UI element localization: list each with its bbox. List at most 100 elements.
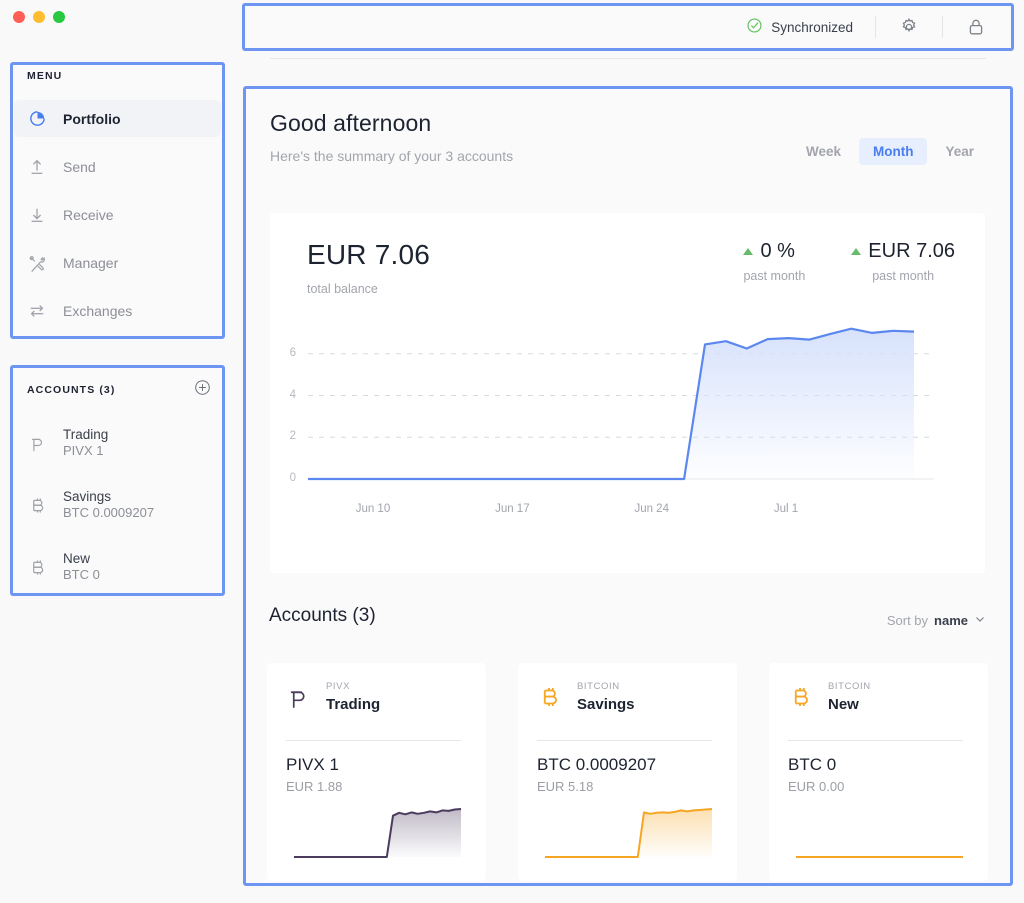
app-window: MENU Portfolio Send Receive Manager Exch… xyxy=(0,0,1024,903)
arrow-down-icon xyxy=(27,205,47,225)
sidebar-item-portfolio[interactable]: Portfolio xyxy=(14,100,221,137)
sidebar-account-balance: PIVX 1 xyxy=(63,443,104,458)
sidebar-account-text: Trading PIVX 1 xyxy=(63,427,108,459)
sidebar-account-name: Savings xyxy=(63,489,112,504)
sync-status[interactable]: Synchronized xyxy=(746,17,853,37)
chart-x-tick: Jun 24 xyxy=(634,503,669,515)
total-balance-amount: EUR 7.06 xyxy=(307,239,430,270)
account-card-new[interactable]: BITCOIN New BTC 0 EUR 0.00 xyxy=(769,663,988,881)
sidebar-item-receive[interactable]: Receive xyxy=(14,196,221,233)
page-title: Good afternoon xyxy=(270,110,432,136)
zoom-window-button[interactable] xyxy=(53,11,65,23)
arrow-up-icon xyxy=(27,157,47,177)
topbar-divider xyxy=(942,16,943,38)
delta-amount-value: EUR 7.06 xyxy=(868,240,955,262)
close-window-button[interactable] xyxy=(13,11,25,23)
account-card-ticker: BITCOIN xyxy=(828,681,871,692)
balance-card: EUR 7.06 total balance 0 % past month EU… xyxy=(270,213,985,573)
topbar-divider xyxy=(875,16,876,38)
sidebar-item-manager[interactable]: Manager xyxy=(14,244,221,281)
greeting: Good afternoon Here's the summary of you… xyxy=(270,110,513,164)
sync-status-label: Synchronized xyxy=(771,19,853,35)
plus-circle-icon[interactable] xyxy=(194,379,211,401)
lock-icon[interactable] xyxy=(965,16,987,38)
sort-by-control[interactable]: Sort by name xyxy=(887,613,986,628)
chevron-down-icon xyxy=(974,613,986,628)
account-card-titles: PIVX Trading xyxy=(326,681,380,713)
tools-icon xyxy=(27,253,47,273)
account-card-trading[interactable]: PIVX Trading PIVX 1 EUR 1.88 xyxy=(267,663,486,881)
bitcoin-icon xyxy=(27,556,47,578)
portfolio-content: Good afternoon Here's the summary of you… xyxy=(243,86,1013,886)
sidebar-account-text: New BTC 0 xyxy=(63,551,100,583)
sidebar-item-label: Portfolio xyxy=(63,110,121,127)
delta-percent: 0 % past month xyxy=(743,240,805,283)
total-balance: EUR 7.06 total balance xyxy=(307,239,430,296)
account-card-name: Trading xyxy=(326,696,381,713)
sidebar-item-label: Manager xyxy=(63,254,119,271)
triangle-up-icon xyxy=(851,248,862,255)
exchange-arrows-icon xyxy=(27,301,47,321)
sidebar-item-label: Send xyxy=(63,158,96,175)
account-card-name: New xyxy=(828,696,859,713)
sidebar-item-label: Receive xyxy=(63,206,114,223)
account-card-ticker: BITCOIN xyxy=(577,681,620,692)
sidebar: MENU Portfolio Send Receive Manager Exch… xyxy=(0,0,235,903)
portfolio-balance-chart[interactable]: 0 2 4 6 Jun 10 Jun 17 Jun 24 Jul 1 xyxy=(270,298,985,533)
sidebar-account-name: Trading xyxy=(63,427,109,442)
menu-panel: MENU Portfolio Send Receive Manager Exch… xyxy=(10,62,225,339)
balance-deltas: 0 % past month EUR 7.06 past month xyxy=(743,240,955,283)
chart-x-tick: Jul 1 xyxy=(773,503,799,515)
range-tabs: Week Month Year xyxy=(792,138,988,165)
accounts-section-label: ACCOUNTS (3) xyxy=(27,384,116,396)
sidebar-account-trading[interactable]: Trading PIVX 1 xyxy=(10,421,225,465)
bitcoin-icon xyxy=(27,494,47,516)
sidebar-item-send[interactable]: Send xyxy=(14,148,221,185)
menu-list: Portfolio Send Receive Manager Exchanges xyxy=(14,100,221,340)
account-card-header: BITCOIN New xyxy=(789,681,871,713)
account-card-header: PIVX Trading xyxy=(287,681,380,713)
chart-y-tick: 4 xyxy=(289,388,296,401)
tab-week[interactable]: Week xyxy=(792,138,855,165)
bitcoin-icon xyxy=(538,684,560,710)
minimize-window-button[interactable] xyxy=(33,11,45,23)
tab-month[interactable]: Month xyxy=(858,138,928,165)
window-traffic-lights xyxy=(13,11,65,23)
account-card-amount: BTC 0 xyxy=(788,755,837,774)
chart-y-tick: 6 xyxy=(289,346,296,359)
gear-icon[interactable] xyxy=(898,16,920,38)
delta-percent-value: 0 % xyxy=(760,240,795,262)
tab-year[interactable]: Year xyxy=(931,138,988,165)
account-card-savings[interactable]: BITCOIN Savings BTC 0.0009207 EUR 5.18 xyxy=(518,663,737,881)
page-subtitle: Here's the summary of your 3 accounts xyxy=(270,148,514,164)
sidebar-account-new[interactable]: New BTC 0 xyxy=(10,545,225,589)
check-circle-icon xyxy=(746,17,763,37)
sidebar-account-text: Savings BTC 0.0009207 xyxy=(63,489,154,521)
sidebar-item-exchanges[interactable]: Exchanges xyxy=(14,292,221,329)
chart-svg xyxy=(308,327,934,481)
sidebar-account-balance: BTC 0 xyxy=(63,567,100,582)
bitcoin-icon xyxy=(789,684,811,710)
account-card-titles: BITCOIN New xyxy=(828,681,871,713)
sidebar-item-label: Exchanges xyxy=(63,302,133,319)
delta-amount-period: past month xyxy=(872,269,935,283)
triangle-up-icon xyxy=(743,248,754,255)
sort-by-label: Sort by xyxy=(886,613,929,628)
sidebar-accounts-list: Trading PIVX 1 Savings BTC 0.0009207 New… xyxy=(10,421,225,607)
sidebar-account-savings[interactable]: Savings BTC 0.0009207 xyxy=(10,483,225,527)
account-cards: PIVX Trading PIVX 1 EUR 1.88 BITCOIN Sav… xyxy=(267,663,988,881)
main-area: Synchronized Good afternoon Here's the s… xyxy=(235,0,1024,903)
accounts-section-title: Accounts (3) xyxy=(269,605,376,626)
account-card-titles: BITCOIN Savings xyxy=(577,681,635,713)
sidebar-account-balance: BTC 0.0009207 xyxy=(63,505,155,520)
topbar-bottom-divider xyxy=(270,58,986,59)
delta-amount: EUR 7.06 past month xyxy=(851,240,955,283)
pie-chart-icon xyxy=(27,109,47,129)
account-card-sparkline xyxy=(545,808,713,858)
divider xyxy=(286,740,461,741)
sidebar-account-name: New xyxy=(63,551,91,566)
accounts-panel-header: ACCOUNTS (3) xyxy=(27,379,211,401)
account-card-header: BITCOIN Savings xyxy=(538,681,635,713)
accounts-panel: ACCOUNTS (3) Trading PIVX 1 Savings BTC … xyxy=(10,365,225,596)
divider xyxy=(537,740,712,741)
